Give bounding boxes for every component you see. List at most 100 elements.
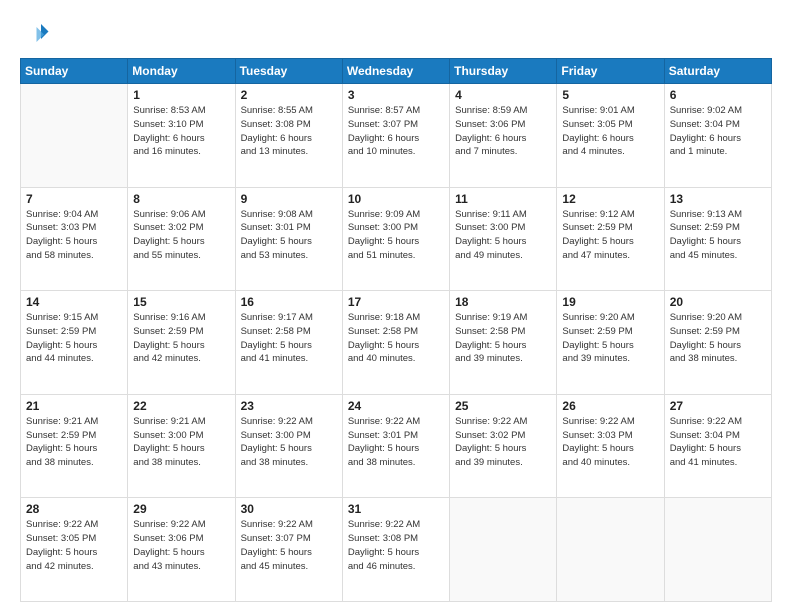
col-header-saturday: Saturday: [664, 59, 771, 84]
col-header-sunday: Sunday: [21, 59, 128, 84]
day-number: 12: [562, 192, 658, 206]
day-info: Sunrise: 9:17 AM Sunset: 2:58 PM Dayligh…: [241, 311, 337, 366]
day-info: Sunrise: 9:20 AM Sunset: 2:59 PM Dayligh…: [562, 311, 658, 366]
day-number: 15: [133, 295, 229, 309]
calendar-cell: 30Sunrise: 9:22 AM Sunset: 3:07 PM Dayli…: [235, 498, 342, 602]
day-number: 9: [241, 192, 337, 206]
calendar-cell: 5 Sunrise: 9:01 AM Sunset: 3:05 PM Daylig…: [557, 84, 664, 188]
calendar-cell: [450, 498, 557, 602]
day-number: 31: [348, 502, 444, 516]
calendar-cell: 22 Sunrise: 9:21 AM Sunset: 3:00 PM Dayli…: [128, 394, 235, 498]
day-number: 22: [133, 399, 229, 413]
day-number: 6: [670, 88, 766, 102]
col-header-tuesday: Tuesday: [235, 59, 342, 84]
day-number: 17: [348, 295, 444, 309]
day-number: 25: [455, 399, 551, 413]
calendar-cell: 14Sunrise: 9:15 AM Sunset: 2:59 PM Dayli…: [21, 291, 128, 395]
day-number: 4: [455, 88, 551, 102]
calendar-table: SundayMondayTuesdayWednesdayThursdayFrid…: [20, 58, 772, 602]
day-info: Sunrise: 9:08 AM Sunset: 3:01 PM Dayligh…: [241, 208, 337, 263]
logo-icon: [20, 18, 50, 48]
col-header-wednesday: Wednesday: [342, 59, 449, 84]
day-number: 8: [133, 192, 229, 206]
day-number: 7: [26, 192, 122, 206]
day-info: Sunrise: 9:11 AM Sunset: 3:00 PM Dayligh…: [455, 208, 551, 263]
calendar-week-row: 21Sunrise: 9:21 AM Sunset: 2:59 PM Dayli…: [21, 394, 772, 498]
col-header-monday: Monday: [128, 59, 235, 84]
day-number: 5: [562, 88, 658, 102]
day-number: 2: [241, 88, 337, 102]
day-number: 23: [241, 399, 337, 413]
day-info: Sunrise: 9:21 AM Sunset: 3:00 PM Dayligh…: [133, 415, 229, 470]
day-info: Sunrise: 9:15 AM Sunset: 2:59 PM Dayligh…: [26, 311, 122, 366]
calendar-cell: [664, 498, 771, 602]
col-header-friday: Friday: [557, 59, 664, 84]
calendar-cell: 29 Sunrise: 9:22 AM Sunset: 3:06 PM Dayli…: [128, 498, 235, 602]
day-info: Sunrise: 9:22 AM Sunset: 3:04 PM Dayligh…: [670, 415, 766, 470]
day-number: 16: [241, 295, 337, 309]
day-number: 27: [670, 399, 766, 413]
day-number: 3: [348, 88, 444, 102]
page: SundayMondayTuesdayWednesdayThursdayFrid…: [0, 0, 792, 612]
calendar-cell: 1 Sunrise: 8:53 AM Sunset: 3:10 PM Daylig…: [128, 84, 235, 188]
header: [20, 18, 772, 48]
calendar-week-row: 1 Sunrise: 8:53 AM Sunset: 3:10 PM Daylig…: [21, 84, 772, 188]
day-info: Sunrise: 9:22 AM Sunset: 3:01 PM Dayligh…: [348, 415, 444, 470]
calendar-cell: 15Sunrise: 9:16 AM Sunset: 2:59 PM Dayli…: [128, 291, 235, 395]
day-info: Sunrise: 9:22 AM Sunset: 3:05 PM Dayligh…: [26, 518, 122, 573]
day-info: Sunrise: 9:02 AM Sunset: 3:04 PM Dayligh…: [670, 104, 766, 159]
day-info: Sunrise: 9:01 AM Sunset: 3:05 PM Dayligh…: [562, 104, 658, 159]
day-info: Sunrise: 9:22 AM Sunset: 3:08 PM Dayligh…: [348, 518, 444, 573]
calendar-cell: 16 Sunrise: 9:17 AM Sunset: 2:58 PM Dayli…: [235, 291, 342, 395]
calendar-cell: 8 Sunrise: 9:06 AM Sunset: 3:02 PM Daylig…: [128, 187, 235, 291]
calendar-cell: 23 Sunrise: 9:22 AM Sunset: 3:00 PM Dayli…: [235, 394, 342, 498]
day-number: 1: [133, 88, 229, 102]
calendar-cell: 20 Sunrise: 9:20 AM Sunset: 2:59 PM Dayli…: [664, 291, 771, 395]
calendar-cell: 3 Sunrise: 8:57 AM Sunset: 3:07 PM Daylig…: [342, 84, 449, 188]
calendar-week-row: 7 Sunrise: 9:04 AM Sunset: 3:03 PM Daylig…: [21, 187, 772, 291]
day-info: Sunrise: 9:13 AM Sunset: 2:59 PM Dayligh…: [670, 208, 766, 263]
day-info: Sunrise: 8:57 AM Sunset: 3:07 PM Dayligh…: [348, 104, 444, 159]
day-info: Sunrise: 9:06 AM Sunset: 3:02 PM Dayligh…: [133, 208, 229, 263]
calendar-cell: 10 Sunrise: 9:09 AM Sunset: 3:00 PM Dayli…: [342, 187, 449, 291]
calendar-cell: 9 Sunrise: 9:08 AM Sunset: 3:01 PM Daylig…: [235, 187, 342, 291]
day-number: 24: [348, 399, 444, 413]
day-info: Sunrise: 8:53 AM Sunset: 3:10 PM Dayligh…: [133, 104, 229, 159]
day-info: Sunrise: 9:19 AM Sunset: 2:58 PM Dayligh…: [455, 311, 551, 366]
calendar-cell: 4 Sunrise: 8:59 AM Sunset: 3:06 PM Daylig…: [450, 84, 557, 188]
day-info: Sunrise: 9:20 AM Sunset: 2:59 PM Dayligh…: [670, 311, 766, 366]
day-info: Sunrise: 9:22 AM Sunset: 3:02 PM Dayligh…: [455, 415, 551, 470]
calendar-cell: 11 Sunrise: 9:11 AM Sunset: 3:00 PM Dayli…: [450, 187, 557, 291]
day-number: 10: [348, 192, 444, 206]
calendar-cell: 12Sunrise: 9:12 AM Sunset: 2:59 PM Dayli…: [557, 187, 664, 291]
day-number: 20: [670, 295, 766, 309]
day-info: Sunrise: 9:22 AM Sunset: 3:07 PM Dayligh…: [241, 518, 337, 573]
day-info: Sunrise: 9:22 AM Sunset: 3:00 PM Dayligh…: [241, 415, 337, 470]
calendar-cell: 25 Sunrise: 9:22 AM Sunset: 3:02 PM Dayli…: [450, 394, 557, 498]
day-number: 13: [670, 192, 766, 206]
calendar-cell: 17 Sunrise: 9:18 AM Sunset: 2:58 PM Dayli…: [342, 291, 449, 395]
logo: [20, 18, 54, 48]
calendar-cell: 24 Sunrise: 9:22 AM Sunset: 3:01 PM Dayli…: [342, 394, 449, 498]
calendar-cell: 13 Sunrise: 9:13 AM Sunset: 2:59 PM Dayli…: [664, 187, 771, 291]
calendar-cell: [21, 84, 128, 188]
day-info: Sunrise: 9:22 AM Sunset: 3:06 PM Dayligh…: [133, 518, 229, 573]
day-info: Sunrise: 9:18 AM Sunset: 2:58 PM Dayligh…: [348, 311, 444, 366]
col-header-thursday: Thursday: [450, 59, 557, 84]
day-info: Sunrise: 9:04 AM Sunset: 3:03 PM Dayligh…: [26, 208, 122, 263]
day-info: Sunrise: 9:09 AM Sunset: 3:00 PM Dayligh…: [348, 208, 444, 263]
calendar-cell: 2 Sunrise: 8:55 AM Sunset: 3:08 PM Daylig…: [235, 84, 342, 188]
day-number: 11: [455, 192, 551, 206]
day-info: Sunrise: 8:59 AM Sunset: 3:06 PM Dayligh…: [455, 104, 551, 159]
calendar-cell: 27 Sunrise: 9:22 AM Sunset: 3:04 PM Dayli…: [664, 394, 771, 498]
calendar-cell: 19 Sunrise: 9:20 AM Sunset: 2:59 PM Dayli…: [557, 291, 664, 395]
day-number: 19: [562, 295, 658, 309]
calendar-cell: 18 Sunrise: 9:19 AM Sunset: 2:58 PM Dayli…: [450, 291, 557, 395]
day-info: Sunrise: 9:22 AM Sunset: 3:03 PM Dayligh…: [562, 415, 658, 470]
day-number: 29: [133, 502, 229, 516]
calendar-cell: 31 Sunrise: 9:22 AM Sunset: 3:08 PM Dayli…: [342, 498, 449, 602]
day-number: 26: [562, 399, 658, 413]
calendar-cell: 6 Sunrise: 9:02 AM Sunset: 3:04 PM Daylig…: [664, 84, 771, 188]
day-number: 18: [455, 295, 551, 309]
day-info: Sunrise: 8:55 AM Sunset: 3:08 PM Dayligh…: [241, 104, 337, 159]
